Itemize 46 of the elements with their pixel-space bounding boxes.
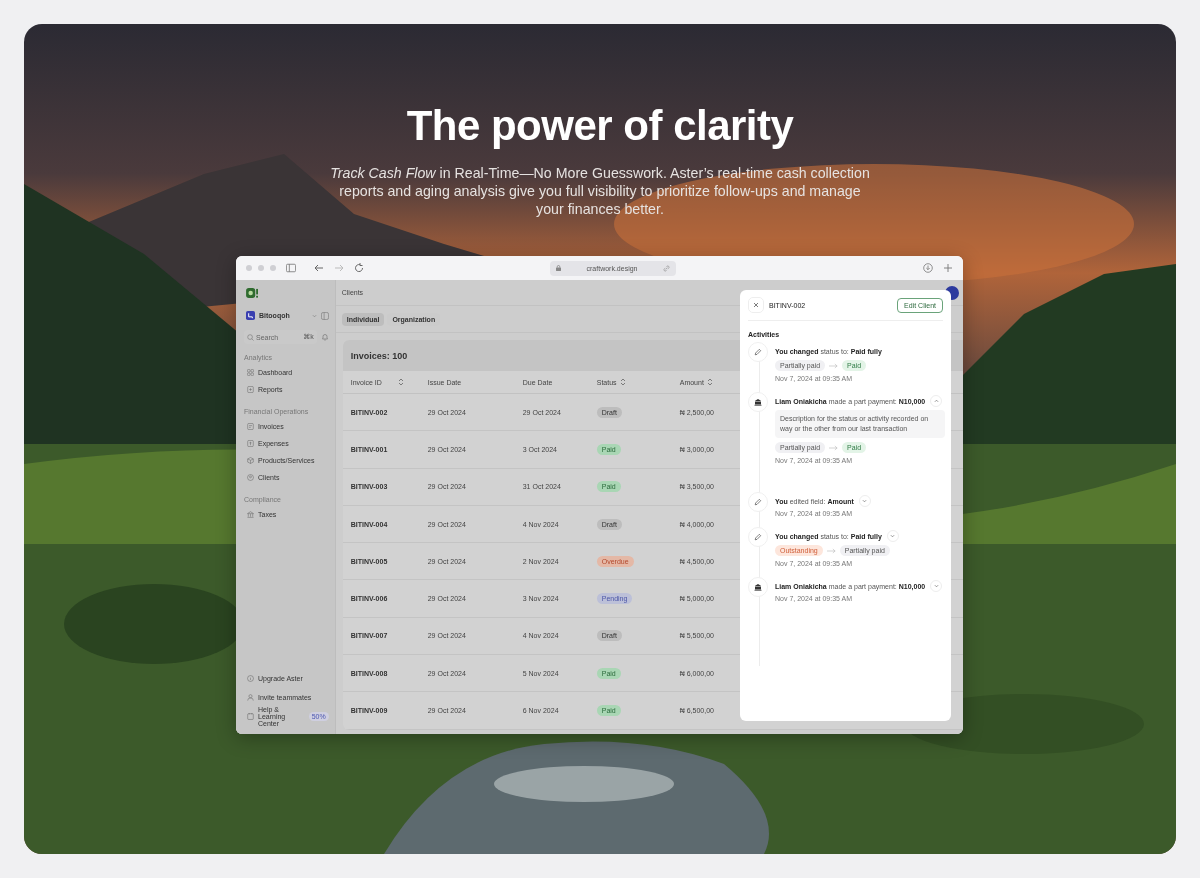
- chevron-down-icon: [862, 499, 868, 503]
- link-icon[interactable]: [663, 264, 670, 272]
- hero-subtitle: Track Cash Flow in Real-Time—No More Guesswork. Aster’s real-time cash collection reports and aging analysis give you full visibility to prioritize follow-ups and manage your finances better.: [330, 164, 870, 218]
- sort-icon: [619, 378, 626, 386]
- calendar-icon: [247, 713, 254, 720]
- box-icon: [247, 457, 254, 464]
- window-controls-icon[interactable]: [246, 265, 276, 271]
- chevron-down-icon: [890, 534, 896, 538]
- back-icon[interactable]: [314, 263, 324, 273]
- search-icon: [247, 333, 254, 341]
- user-icon: [247, 694, 254, 701]
- arrow-icon: [829, 362, 839, 369]
- bank-icon: [247, 511, 254, 518]
- workspace-avatar-icon: [246, 311, 255, 320]
- grid-icon: [247, 369, 254, 376]
- expand-button[interactable]: [858, 495, 871, 507]
- document-icon: [247, 423, 254, 430]
- document-icon: [247, 440, 254, 447]
- app-logo-icon[interactable]: [246, 288, 259, 299]
- sort-icon: [397, 378, 404, 386]
- expand-button[interactable]: [886, 530, 899, 542]
- table-title: Invoices: 100: [350, 350, 408, 361]
- chevron-up-icon: [933, 399, 939, 403]
- close-icon: [753, 302, 759, 308]
- expand-button[interactable]: [930, 580, 943, 592]
- collapse-sidebar-icon[interactable]: [320, 311, 329, 320]
- reload-icon[interactable]: [354, 263, 364, 273]
- lock-icon: [556, 265, 561, 271]
- sidebar-toggle-icon[interactable]: [286, 263, 296, 273]
- info-icon: [247, 675, 254, 682]
- close-button[interactable]: [748, 297, 764, 313]
- chevron-down-icon: [933, 584, 939, 588]
- arrow-icon: [826, 547, 836, 554]
- bell-icon[interactable]: [320, 333, 329, 341]
- hero-title: The power of clarity: [406, 102, 794, 150]
- sort-icon: [706, 378, 713, 386]
- pencil-icon: [748, 342, 768, 362]
- arrow-icon: [829, 444, 839, 451]
- forward-icon[interactable]: [334, 263, 344, 273]
- new-tab-icon[interactable]: [943, 263, 953, 273]
- document-icon: [247, 386, 254, 393]
- chevron-down-icon[interactable]: [311, 313, 317, 318]
- bank-icon: [748, 392, 768, 412]
- user-circle-icon: [247, 474, 254, 481]
- collapse-button[interactable]: [930, 395, 943, 407]
- download-icon[interactable]: [923, 263, 933, 273]
